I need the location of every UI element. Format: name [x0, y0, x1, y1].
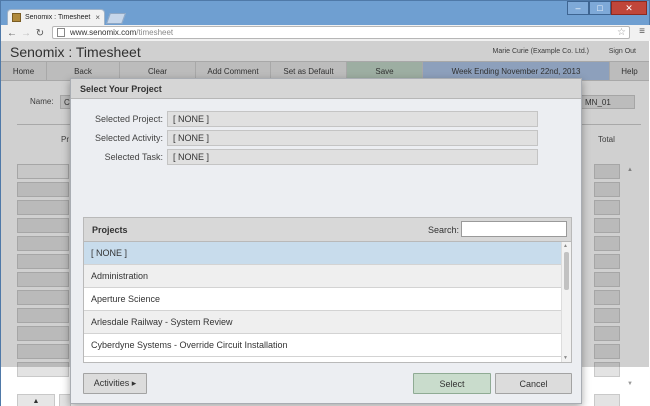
move-up-button[interactable]: ▲ — [17, 394, 55, 406]
maximize-icon[interactable]: □ — [589, 1, 611, 15]
selected-activity-value: [ NONE ] — [167, 130, 538, 146]
list-scrollbar[interactable]: ▲ ▼ — [561, 242, 571, 362]
scroll-down-icon[interactable]: ▼ — [563, 355, 568, 361]
select-button[interactable]: Select — [413, 373, 491, 394]
project-items: [ NONE ] Administration Aperture Science… — [84, 242, 561, 362]
scrollbar-thumb[interactable] — [564, 252, 569, 290]
selected-project-row: Selected Project: [ NONE ] — [75, 111, 538, 127]
select-project-dialog: Select Your Project Selected Project: [ … — [70, 78, 582, 404]
back-icon[interactable]: ← — [5, 28, 19, 39]
search-input[interactable] — [461, 221, 567, 237]
selected-task-row: Selected Task: [ NONE ] — [75, 149, 538, 165]
activities-button[interactable]: Activities ▸ — [83, 373, 147, 394]
selected-project-label: Selected Project: — [94, 114, 163, 124]
tab-title: Senomix : Timesheet — [25, 14, 91, 21]
browser-tab[interactable]: Senomix : Timesheet × — [7, 9, 105, 25]
selected-task-label: Selected Task: — [104, 152, 163, 162]
list-item[interactable]: Administration — [84, 265, 561, 288]
list-item[interactable]: [ NONE ] — [84, 242, 561, 265]
close-icon[interactable]: ✕ — [611, 1, 647, 15]
browser-window: Senomix : Timesheet × – □ ✕ ← → ↻ www.se… — [0, 0, 650, 406]
favicon-icon — [12, 13, 21, 22]
window-controls: – □ ✕ — [567, 1, 647, 15]
project-list-header: Projects Search: — [84, 218, 571, 242]
tab-close-icon[interactable]: × — [95, 13, 100, 22]
menu-icon[interactable]: ≡ — [639, 26, 645, 37]
dialog-title: Select Your Project — [71, 79, 581, 99]
star-icon[interactable]: ☆ — [617, 27, 626, 38]
address-bar[interactable]: www.senomix.com/timesheet ☆ — [52, 26, 630, 39]
selected-project-value: [ NONE ] — [167, 111, 538, 127]
scroll-down-icon[interactable]: ▼ — [627, 381, 633, 387]
list-item[interactable]: Aperture Science — [84, 288, 561, 311]
reload-icon[interactable]: ↻ — [33, 28, 47, 39]
project-list: Projects Search: [ NONE ] Administration… — [83, 217, 572, 363]
page-icon — [57, 28, 65, 37]
forward-icon[interactable]: → — [19, 28, 33, 39]
selected-activity-row: Selected Activity: [ NONE ] — [75, 130, 538, 146]
url-path: /timesheet — [136, 28, 174, 37]
selected-activity-label: Selected Activity: — [94, 133, 163, 143]
page-content: Senomix : Timesheet Marie Curie (Example… — [1, 41, 650, 406]
url-host: www.senomix.com — [70, 28, 137, 37]
search-label: Search: — [427, 224, 459, 235]
scroll-up-icon[interactable]: ▲ — [563, 243, 568, 249]
new-tab-button[interactable] — [105, 13, 127, 24]
selected-task-value: [ NONE ] — [167, 149, 538, 165]
minimize-icon[interactable]: – — [567, 1, 589, 15]
tab-strip: Senomix : Timesheet × – □ ✕ — [1, 1, 650, 25]
list-item[interactable]: Arlesdale Railway - System Review — [84, 311, 561, 334]
cancel-button[interactable]: Cancel — [495, 373, 572, 394]
list-item[interactable]: Cyberdyne Systems - Override Circuit Ins… — [84, 334, 561, 357]
browser-toolbar: ← → ↻ www.senomix.com/timesheet ☆ ≡ — [1, 25, 650, 41]
project-list-title: Projects — [92, 224, 128, 235]
grand-total-cell — [594, 394, 620, 406]
